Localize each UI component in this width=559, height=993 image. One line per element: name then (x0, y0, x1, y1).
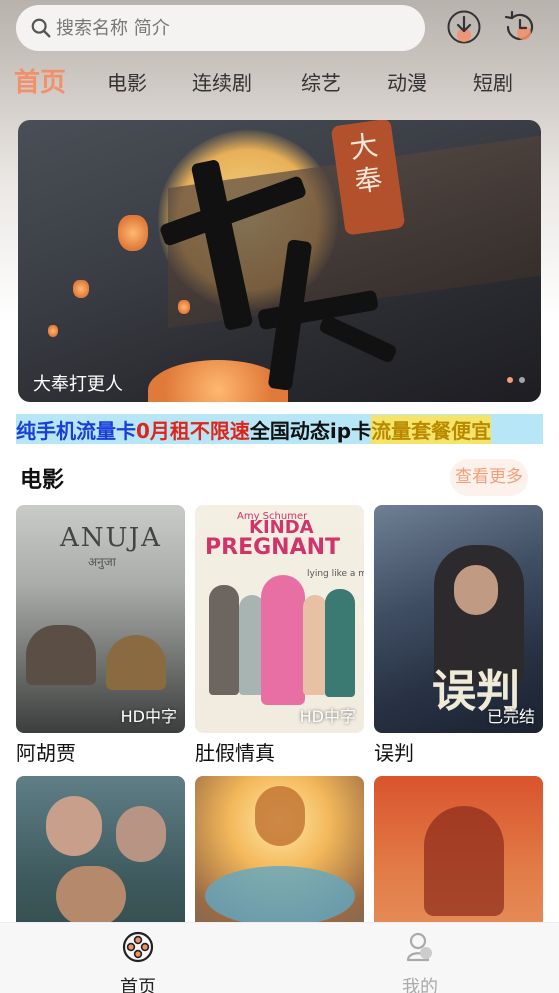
history-icon[interactable] (502, 9, 538, 45)
banner-seal-text: 大奉 (347, 128, 385, 199)
search-bar[interactable] (16, 5, 425, 51)
movie-title: 误判 (374, 741, 414, 765)
movie-card[interactable] (195, 776, 364, 922)
search-icon (31, 18, 51, 38)
search-input[interactable] (56, 17, 396, 39)
poster-subtitle: अनुजा (88, 555, 116, 569)
poster-face (56, 866, 126, 922)
ad-banner[interactable]: 纯手机流量卡 0月租不限速 全国动态ip卡 流量套餐便宜 (16, 414, 543, 444)
ad-segment: 流量套餐便宜 (371, 414, 492, 444)
banner-title: 大奉打更人 (33, 374, 123, 395)
poster-title: PREGNANT (205, 535, 341, 560)
tab-short-drama[interactable]: 短剧 (473, 60, 513, 106)
calligraphy-stroke (317, 313, 399, 365)
movie-card[interactable] (16, 776, 185, 922)
movie-poster (374, 776, 543, 922)
download-icon[interactable] (446, 9, 482, 45)
movie-poster: 误判 已完结 (374, 505, 543, 733)
movie-card[interactable]: 误判 已完结 误判 (374, 505, 543, 765)
movie-poster: Amy Schumer KINDA PREGNANT lying like a … (195, 505, 364, 733)
movie-title: 阿胡贾 (16, 741, 76, 765)
movie-poster: ANUJA अनुजा HD中字 (16, 505, 185, 733)
poster-figure (303, 595, 327, 695)
movie-title: 肚假情真 (195, 741, 275, 765)
view-more-button[interactable]: 查看更多 (450, 459, 528, 496)
carousel-dot-active (507, 377, 513, 383)
carousel-dot (519, 377, 525, 383)
poster-figure (255, 786, 305, 846)
carousel-indicator (507, 377, 525, 383)
nav-profile[interactable]: 我的 (380, 931, 460, 993)
lantern-art (178, 300, 190, 314)
tab-series[interactable]: 连续剧 (192, 60, 252, 106)
movie-card[interactable]: Amy Schumer KINDA PREGNANT lying like a … (195, 505, 364, 765)
nav-home-label: 首页 (120, 977, 156, 993)
lantern-art (48, 325, 58, 337)
quality-badge: HD中字 (120, 707, 177, 726)
ad-segment: 0月租不限速 (136, 418, 250, 443)
tab-home[interactable]: 首页 (14, 60, 66, 106)
ad-segment: 全国动态ip卡 (249, 418, 372, 443)
movie-poster (195, 776, 364, 922)
lantern-art (148, 360, 288, 402)
poster-title: ANUJA (60, 523, 162, 553)
category-tabs: 首页 电影 连续剧 综艺 动漫 短剧 (0, 60, 559, 106)
poster-figure (424, 806, 504, 916)
film-reel-icon (122, 931, 154, 963)
section-title: 电影 (20, 468, 65, 493)
poster-figure (26, 625, 96, 685)
poster-figure (205, 866, 355, 922)
movie-card[interactable] (374, 776, 543, 922)
lantern-art (73, 280, 89, 298)
poster-figure (261, 575, 305, 705)
movie-card[interactable]: ANUJA अनुजा HD中字 阿胡贾 (16, 505, 185, 765)
ad-segment: 纯手机流量卡 (16, 418, 136, 443)
poster-figure (209, 585, 239, 695)
poster-face (116, 806, 166, 862)
lantern-art (118, 215, 148, 251)
bottom-navigation: 首页 我的 (0, 922, 559, 993)
poster-face (454, 565, 498, 615)
user-icon (406, 932, 432, 962)
poster-figure (325, 589, 355, 697)
nav-profile-label: 我的 (402, 977, 438, 993)
status-badge: 已完结 (486, 707, 535, 726)
featured-banner[interactable]: 大奉 大奉打更人 (18, 120, 541, 402)
tab-movies[interactable]: 电影 (107, 60, 147, 106)
poster-tagline: lying like a mother. (307, 569, 364, 579)
poster-figure (106, 635, 166, 690)
tab-variety[interactable]: 综艺 (301, 60, 341, 106)
tab-anime[interactable]: 动漫 (387, 60, 427, 106)
movie-poster (16, 776, 185, 922)
nav-home[interactable]: 首页 (98, 931, 178, 993)
quality-badge: HD中字 (299, 707, 356, 726)
poster-face (46, 796, 102, 856)
